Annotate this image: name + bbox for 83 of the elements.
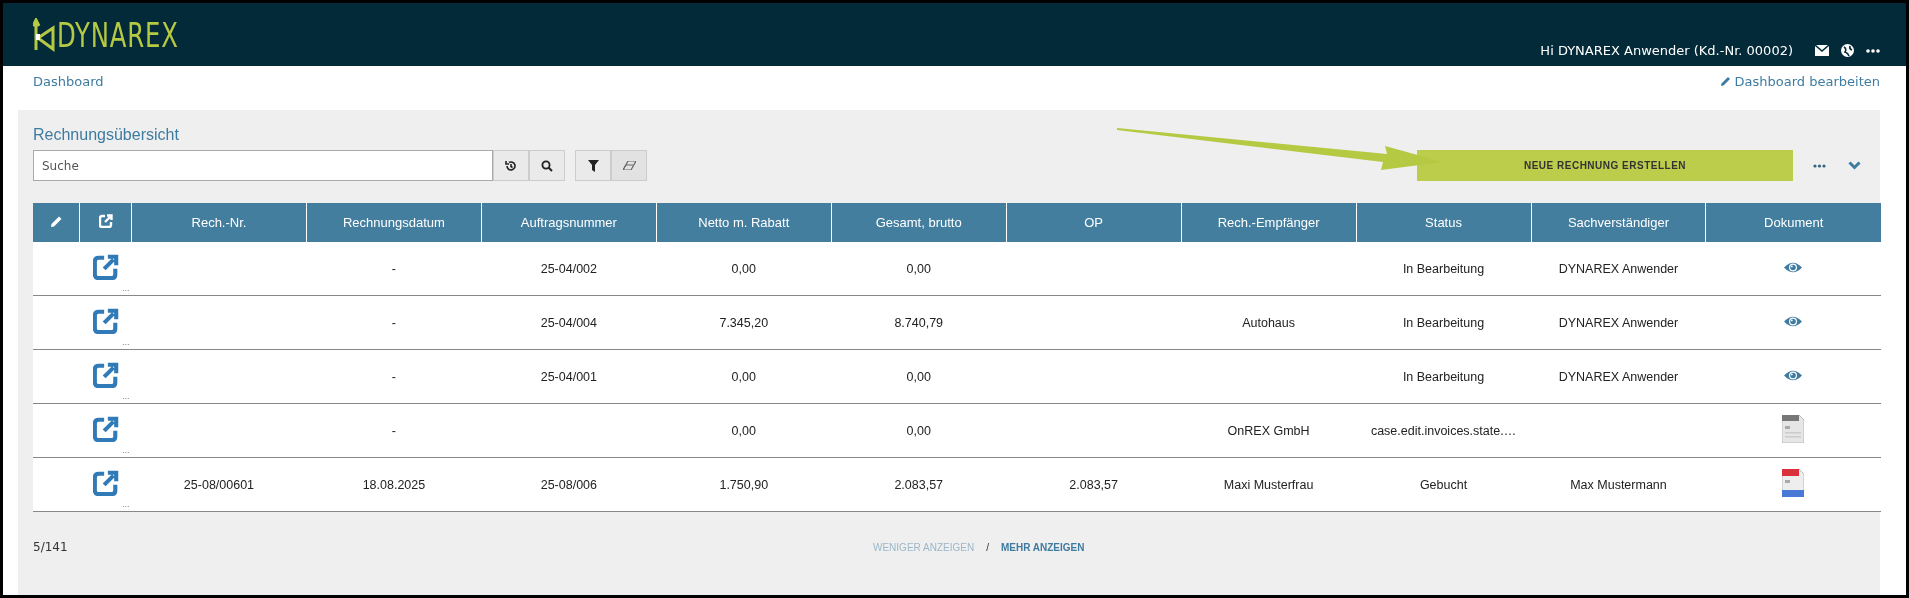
show-more-link[interactable]: MEHR ANZEIGEN: [1000, 541, 1085, 553]
table-cell: 25-04/001: [481, 349, 657, 404]
eye-icon[interactable]: [1783, 260, 1804, 274]
table-cell: 8.740,79: [831, 295, 1007, 350]
filter-button[interactable]: [575, 150, 611, 181]
table-cell: 18.08.2025: [306, 457, 482, 512]
search-icon: [541, 159, 553, 172]
table-cell: -: [306, 349, 482, 404]
panel-title: Rechnungsübersicht: [33, 126, 180, 144]
row-menu[interactable]: ...: [122, 392, 130, 401]
table-cell: 0,00: [656, 403, 832, 458]
more-icon[interactable]: [1866, 48, 1880, 53]
mail-icon[interactable]: [1815, 45, 1829, 56]
table-cell: Gebucht: [1356, 457, 1531, 512]
table-cell: DYNAREX Anwender: [1531, 242, 1706, 296]
table-cell: 1.750,90: [656, 457, 832, 512]
record-count: 5/141: [33, 540, 68, 554]
separator: /: [986, 541, 989, 553]
column-header[interactable]: Auftragsnummer: [481, 203, 657, 242]
table-cell: Maxi Musterfrau: [1181, 457, 1357, 512]
filter-icon: [587, 159, 599, 172]
table-cell: In Bearbeitung: [1356, 242, 1531, 296]
table-cell: 0,00: [656, 349, 832, 404]
eye-icon[interactable]: [1783, 314, 1804, 328]
table-cell: 2.083,57: [831, 457, 1007, 512]
create-invoice-button[interactable]: NEUE RECHNUNG ERSTELLEN: [1417, 150, 1793, 181]
external-link-icon[interactable]: [92, 416, 119, 442]
column-header[interactable]: Dokument: [1705, 203, 1881, 242]
table-cell: -: [306, 295, 482, 350]
external-link-icon[interactable]: [92, 470, 119, 496]
external-link-icon[interactable]: [92, 308, 119, 334]
table-cell: DYNAREX Anwender: [1531, 349, 1706, 404]
row-menu[interactable]: ...: [122, 338, 130, 347]
row-menu[interactable]: ...: [122, 500, 130, 509]
history-button[interactable]: [493, 150, 529, 181]
table-cell: In Bearbeitung: [1356, 295, 1531, 350]
table-cell: -: [306, 242, 482, 296]
table-cell: 7.345,20: [656, 295, 832, 350]
table-cell: Max Mustermann: [1531, 457, 1706, 512]
external-link-icon[interactable]: [92, 362, 119, 388]
logo-icon: [33, 17, 55, 52]
document-icon[interactable]: [1782, 415, 1805, 443]
table-cell: 0,00: [831, 242, 1007, 296]
column-header[interactable]: OP: [1006, 203, 1182, 242]
column-header[interactable]: Sachverständiger: [1531, 203, 1706, 242]
table-cell: 0,00: [831, 349, 1007, 404]
external-link-icon: [98, 214, 113, 228]
column-header[interactable]: Rech.-Nr.: [131, 203, 307, 242]
table-cell: case.edit.invoices.state.…: [1356, 403, 1531, 458]
row-menu[interactable]: ...: [122, 284, 130, 293]
column-header[interactable]: Gesamt, brutto: [831, 203, 1007, 242]
table-cell: 25-08/006: [481, 457, 657, 512]
chevron-down-icon[interactable]: [1848, 161, 1861, 170]
eye-icon[interactable]: [1783, 368, 1804, 382]
dashboard-link[interactable]: Dashboard: [33, 74, 104, 89]
table-cell: 0,00: [656, 242, 832, 296]
table-cell: 25-04/002: [481, 242, 657, 296]
table-cell: OnREX GmbH: [1181, 403, 1357, 458]
column-header[interactable]: Rechnungsdatum: [306, 203, 482, 242]
column-header[interactable]: Rech.-Empfänger: [1181, 203, 1357, 242]
history-icon: [505, 159, 517, 172]
document-icon[interactable]: [1782, 469, 1805, 497]
table-cell: 25-08/00601: [131, 457, 307, 512]
table-cell: 0,00: [831, 403, 1007, 458]
user-greeting: Hi DYNAREX Anwender (Kd.-Nr. 00002): [1540, 43, 1793, 58]
search-button[interactable]: [529, 150, 565, 181]
table-cell: -: [306, 403, 482, 458]
eraser-icon: [622, 161, 636, 170]
external-link-icon[interactable]: [92, 254, 119, 280]
globe-icon[interactable]: [1841, 44, 1854, 57]
table-cell: Autohaus: [1181, 295, 1357, 350]
table-cell: 2.083,57: [1006, 457, 1182, 512]
column-header[interactable]: Status: [1356, 203, 1531, 242]
column-header[interactable]: Netto m. Rabatt: [656, 203, 832, 242]
row-menu[interactable]: ...: [122, 446, 130, 455]
pencil-icon: [1719, 76, 1731, 87]
logo-text: DYNAREX: [57, 18, 179, 52]
table-cell: In Bearbeitung: [1356, 349, 1531, 404]
table-cell: 25-04/004: [481, 295, 657, 350]
pencil-icon: [49, 214, 63, 228]
search-field[interactable]: Suche: [33, 150, 493, 181]
table-cell: DYNAREX Anwender: [1531, 295, 1706, 350]
logo[interactable]: DYNAREX: [33, 17, 206, 52]
